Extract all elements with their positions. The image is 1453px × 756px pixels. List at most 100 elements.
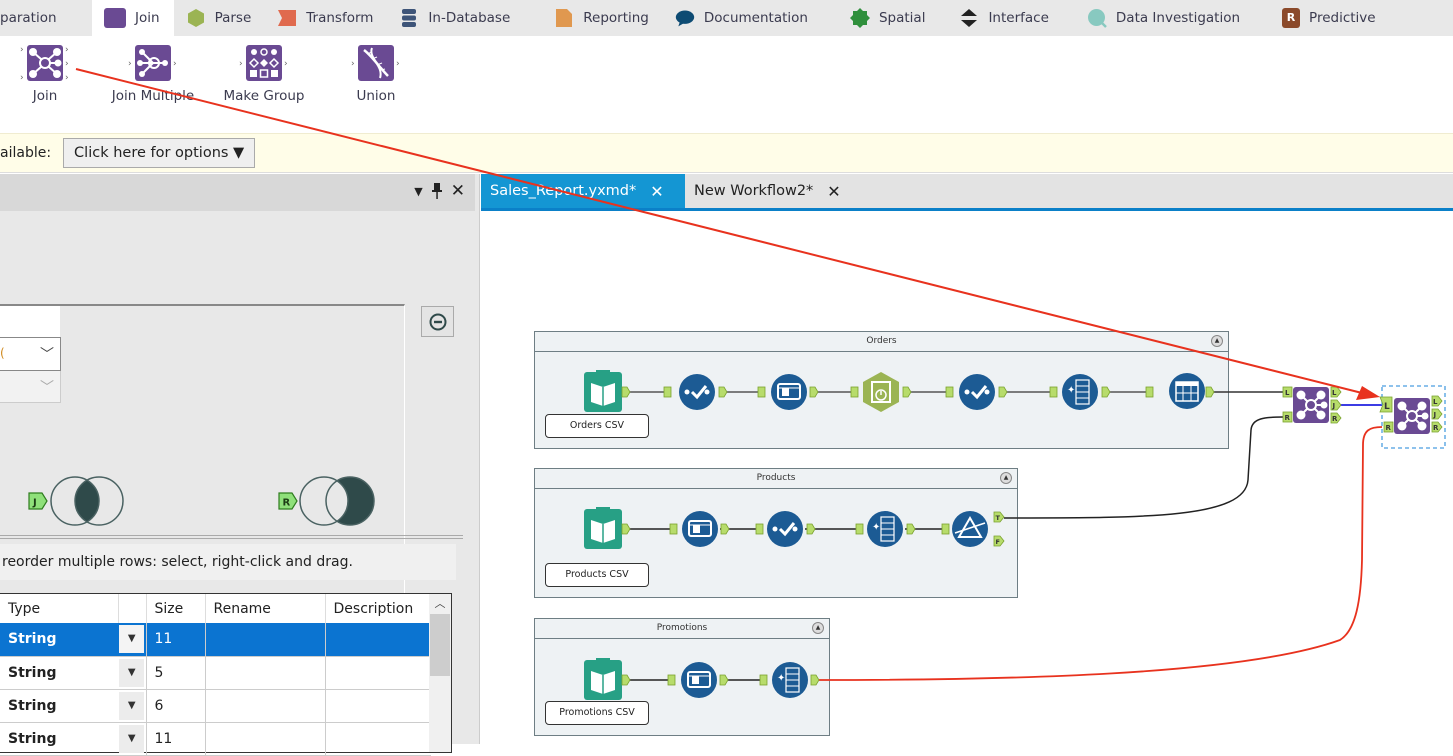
scroll-up-icon[interactable]: ︿ (429, 594, 451, 614)
tab-sales-report[interactable]: Sales_Report.yxmd* ✕ (481, 174, 685, 208)
tool-label: Make Group (223, 88, 305, 104)
table-row[interactable]: String ▼ 5 (0, 656, 431, 690)
tool-label: Join (32, 88, 58, 104)
tab-label: Reporting (583, 10, 649, 26)
column-header-rename[interactable]: Rename (205, 594, 326, 623)
tab-spatial[interactable]: Spatial (822, 0, 939, 36)
rename-cell[interactable] (205, 623, 326, 657)
palette-tool-join-multiple[interactable]: › › Join Multiple (100, 42, 206, 104)
reorder-hint: reorder multiple rows: select, right-cli… (0, 544, 456, 580)
type-dropdown[interactable]: ▼ (118, 623, 147, 657)
type-dropdown[interactable]: ▼ (118, 689, 147, 723)
description-cell[interactable] (325, 689, 431, 723)
scroll-thumb[interactable] (430, 614, 450, 676)
svg-text:›: › (65, 59, 69, 69)
close-tab-icon[interactable]: ✕ (650, 182, 663, 201)
tab-label: Parse (214, 10, 252, 26)
field-grid: Type Size Rename Description String ▼ 11… (0, 593, 452, 756)
tool-annotation: Promotions CSV (545, 701, 649, 725)
tab-reporting[interactable]: Reporting (524, 0, 663, 36)
description-cell[interactable] (325, 722, 431, 756)
tab-label: Data Investigation (1115, 10, 1241, 26)
svg-text:›: › (20, 73, 24, 83)
type-cell[interactable]: String (0, 623, 118, 657)
container-orders[interactable]: Orders ▲ Orders CSV (534, 331, 1229, 449)
tab-data-investigation[interactable]: Data Investigation (1063, 0, 1254, 36)
svg-text:›: › (284, 59, 288, 69)
in-database-category-icon (402, 9, 417, 27)
size-cell[interactable]: 6 (146, 689, 206, 723)
column-header-type[interactable]: Type (0, 594, 119, 623)
rename-cell[interactable] (205, 689, 326, 723)
options-button[interactable]: Click here for options ▼ (63, 138, 256, 168)
container-promotions[interactable]: Promotions ▲ Promotions CSV (534, 618, 830, 736)
tab-label: Interface (988, 10, 1049, 26)
tool-annotation: Orders CSV (545, 414, 649, 438)
tab-transform[interactable]: Transform (265, 0, 387, 36)
type-dropdown[interactable]: ▼ (118, 722, 147, 756)
tab-in-database[interactable]: In-Database (387, 0, 524, 36)
chevron-down-icon: ﹀ (40, 380, 54, 396)
table-row[interactable]: String ▼ 6 (0, 689, 431, 723)
tab-preparation[interactable]: paration (0, 0, 92, 36)
tab-parse[interactable]: Parse (174, 0, 266, 36)
collapse-container-icon[interactable]: ▲ (812, 622, 824, 634)
column-header-spacer (118, 594, 147, 623)
tab-predictive[interactable]: R Predictive (1254, 0, 1390, 36)
tool-annotation: Products CSV (545, 563, 649, 587)
interface-category-icon (961, 9, 978, 27)
spatial-category-icon (849, 8, 870, 28)
panel-menu-icon[interactable]: ▼ (414, 182, 422, 200)
notice-bar: ailable: Click here for options ▼ (0, 133, 1453, 173)
data-investigation-category-icon (1087, 9, 1107, 28)
palette-tool-union[interactable]: › › Union (344, 42, 408, 104)
predictive-category-icon: R (1282, 8, 1301, 28)
palette-tool-join[interactable]: › › › › › Join (12, 42, 78, 104)
inner-join-output[interactable]: J (28, 476, 138, 534)
splitter[interactable] (0, 535, 463, 539)
field-header-cell (0, 306, 60, 340)
tab-label: Join (135, 10, 160, 26)
dropdown-arrow-icon: ▼ (119, 724, 145, 753)
size-cell[interactable]: 11 (146, 623, 206, 657)
join-tool-icon: › › › › › (20, 45, 69, 83)
collapse-container-icon[interactable]: ▲ (1000, 472, 1012, 484)
column-header-size[interactable]: Size (146, 594, 206, 623)
description-cell[interactable] (325, 623, 431, 657)
pin-icon[interactable] (431, 182, 443, 200)
container-products[interactable]: Products ▲ Products CSV (534, 468, 1018, 598)
close-tab-icon[interactable]: ✕ (827, 182, 840, 201)
tab-documentation[interactable]: Documentation (663, 0, 822, 36)
rename-cell[interactable] (205, 656, 326, 690)
type-cell[interactable]: String (0, 722, 118, 756)
dropdown-arrow-icon: ▼ (119, 625, 145, 654)
svg-text:›: › (396, 59, 400, 69)
tool-label: Union (356, 88, 396, 104)
type-dropdown[interactable]: ▼ (118, 656, 147, 690)
grid-scrollbar[interactable]: ︿ (429, 594, 451, 752)
type-cell[interactable]: String (0, 656, 118, 690)
right-unjoined-output[interactable]: R (278, 476, 388, 534)
remove-field-button[interactable] (421, 306, 454, 337)
collapse-container-icon[interactable]: ▲ (1211, 335, 1223, 347)
parse-category-icon (187, 9, 204, 27)
workflow-canvas[interactable]: Orders ▲ Orders CSV Products ▲ Products CS… (481, 212, 1453, 744)
type-cell[interactable]: String (0, 689, 118, 723)
column-header-description[interactable]: Description (325, 594, 431, 623)
table-row[interactable]: String ▼ 11 (0, 722, 431, 756)
tab-new-workflow2[interactable]: New Workflow2* ✕ (685, 174, 841, 208)
tab-join[interactable]: Join (92, 0, 174, 36)
palette-tool-make-group[interactable]: › › Make Group (214, 42, 314, 104)
tab-label: Transform (306, 10, 374, 26)
join-multiple-tool-icon: › › (128, 45, 177, 81)
left-field-dropdown[interactable]: ( ﹀ (0, 337, 61, 371)
right-field-dropdown[interactable]: ﹀ (0, 371, 61, 403)
description-cell[interactable] (325, 656, 431, 690)
close-panel-icon[interactable]: ✕ (451, 182, 465, 200)
table-row[interactable]: String ▼ 11 (0, 623, 431, 657)
rename-cell[interactable] (205, 722, 326, 756)
size-cell[interactable]: 11 (146, 722, 206, 756)
tab-interface[interactable]: Interface (939, 0, 1062, 36)
tab-label: Sales_Report.yxmd* (490, 183, 637, 199)
size-cell[interactable]: 5 (146, 656, 206, 690)
